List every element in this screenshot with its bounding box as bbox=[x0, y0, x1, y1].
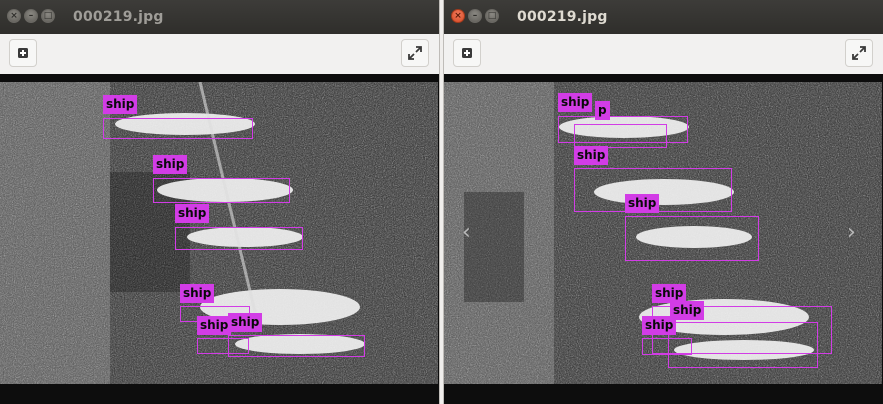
detection-box bbox=[642, 338, 692, 355]
next-image-arrow[interactable]: › bbox=[847, 220, 856, 245]
sar-image: ship ship ship ship ship ship bbox=[0, 82, 438, 384]
image-canvas[interactable]: ship ship ship ship ship ship bbox=[0, 74, 439, 404]
detection-box bbox=[574, 124, 667, 148]
minimize-button[interactable]: – bbox=[24, 9, 38, 23]
detection-box bbox=[625, 216, 759, 261]
detection-label: ship bbox=[558, 93, 593, 112]
image-canvas[interactable]: p ship ship ship ship ship ship ‹ › bbox=[444, 74, 883, 404]
detection-box bbox=[228, 335, 365, 357]
detection-label: ship bbox=[103, 95, 138, 114]
add-button[interactable] bbox=[453, 39, 481, 67]
minimize-button[interactable]: – bbox=[468, 9, 482, 23]
expand-icon bbox=[408, 46, 422, 60]
add-icon bbox=[462, 48, 472, 58]
sar-image: p ship ship ship ship ship ship ‹ › bbox=[444, 82, 882, 384]
add-icon bbox=[18, 48, 28, 58]
toolbar bbox=[444, 34, 883, 74]
titlebar[interactable]: × – □ 000219.jpg bbox=[0, 0, 439, 34]
detection-label: ship bbox=[574, 146, 609, 165]
detection-label: ship bbox=[228, 313, 263, 332]
detection-box bbox=[103, 118, 253, 139]
detection-label: ship bbox=[175, 204, 210, 223]
window-title: 000219.jpg bbox=[517, 9, 608, 25]
detection-label: ship bbox=[197, 316, 232, 335]
window-controls: × – □ bbox=[7, 9, 55, 23]
detection-box bbox=[153, 178, 290, 203]
detection-label: ship bbox=[642, 316, 677, 335]
detection-label: p bbox=[595, 101, 610, 120]
previous-image-arrow[interactable]: ‹ bbox=[462, 220, 471, 245]
detection-label: ship bbox=[625, 194, 660, 213]
right-image-viewer-window: × – □ 000219.jpg p ship ship ship ship s… bbox=[443, 0, 883, 404]
close-button[interactable]: × bbox=[7, 9, 21, 23]
fullscreen-button[interactable] bbox=[845, 39, 873, 67]
left-image-viewer-window: × – □ 000219.jpg ship ship ship ship shi… bbox=[0, 0, 440, 404]
maximize-button[interactable]: □ bbox=[41, 9, 55, 23]
expand-icon bbox=[852, 46, 866, 60]
detection-label: ship bbox=[153, 155, 188, 174]
titlebar[interactable]: × – □ 000219.jpg bbox=[444, 0, 883, 34]
close-button[interactable]: × bbox=[451, 9, 465, 23]
fullscreen-button[interactable] bbox=[401, 39, 429, 67]
window-title: 000219.jpg bbox=[73, 9, 164, 25]
add-button[interactable] bbox=[9, 39, 37, 67]
maximize-button[interactable]: □ bbox=[485, 9, 499, 23]
detection-label: ship bbox=[180, 284, 215, 303]
detection-box bbox=[175, 227, 303, 250]
toolbar bbox=[0, 34, 439, 74]
window-controls: × – □ bbox=[451, 9, 499, 23]
